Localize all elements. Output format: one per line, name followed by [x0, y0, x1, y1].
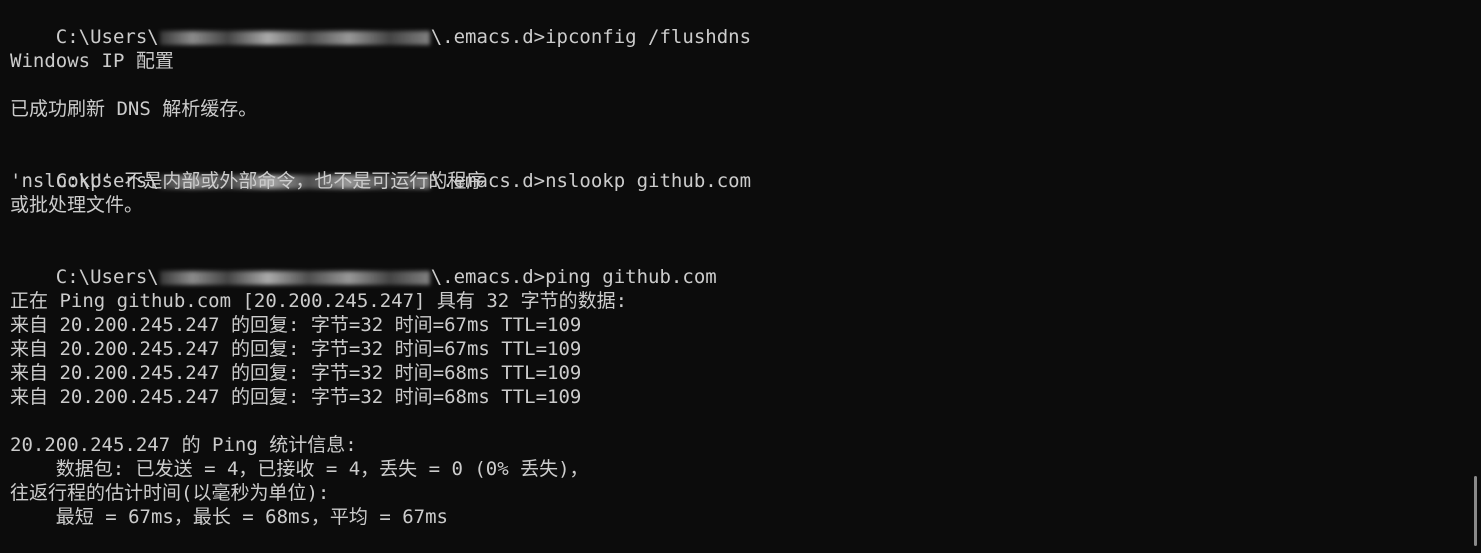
- scrollbar[interactable]: [1471, 0, 1481, 553]
- ping-stats-rtt-title: 往返行程的估计时间(以毫秒为单位):: [10, 482, 330, 504]
- ping-reply-line: 来自 20.200.245.247 的回复: 字节=32 时间=67ms TTL…: [10, 338, 582, 360]
- scrollbar-thumb[interactable]: [1474, 476, 1477, 546]
- output-line: 正在 Ping github.com [20.200.245.247] 具有 3…: [10, 290, 628, 312]
- ping-stats-title: 20.200.245.247 的 Ping 统计信息:: [10, 434, 357, 456]
- output-line: Windows IP 配置: [10, 50, 174, 72]
- prompt-path-prefix: C:\Users\: [55, 266, 159, 288]
- error-line: 或批处理文件。: [10, 194, 144, 216]
- redacted-username: [159, 30, 430, 45]
- prompt-command: \.emacs.d>ping github.com: [430, 266, 717, 288]
- command-line-nslookp: C:\Users\ \.emacs.d>nslookp github.com: [10, 145, 751, 192]
- ping-stats-packets: 数据包: 已发送 = 4，已接收 = 4，丢失 = 0 (0% 丢失)，: [10, 458, 589, 480]
- command-line-ipconfig: C:\Users\ \.emacs.d>ipconfig /flushdns: [10, 1, 751, 48]
- output-line: 已成功刷新 DNS 解析缓存。: [10, 98, 258, 120]
- redacted-username: [159, 270, 430, 285]
- ping-reply-line: 来自 20.200.245.247 的回复: 字节=32 时间=67ms TTL…: [10, 314, 582, 336]
- command-line-ping: C:\Users\ \.emacs.d>ping github.com: [10, 241, 717, 288]
- prompt-path-prefix: C:\Users\: [55, 26, 159, 48]
- terminal-window[interactable]: C:\Users\ \.emacs.d>ipconfig /flushdns Wi…: [0, 0, 1481, 553]
- ping-reply-line: 来自 20.200.245.247 的回复: 字节=32 时间=68ms TTL…: [10, 362, 582, 384]
- ping-stats-rtt: 最短 = 67ms，最长 = 68ms，平均 = 67ms: [10, 506, 448, 528]
- ping-reply-line: 来自 20.200.245.247 的回复: 字节=32 时间=68ms TTL…: [10, 386, 582, 408]
- error-line: 'nslookp' 不是内部或外部命令，也不是可运行的程序: [10, 170, 486, 192]
- prompt-command: \.emacs.d>ipconfig /flushdns: [430, 26, 752, 48]
